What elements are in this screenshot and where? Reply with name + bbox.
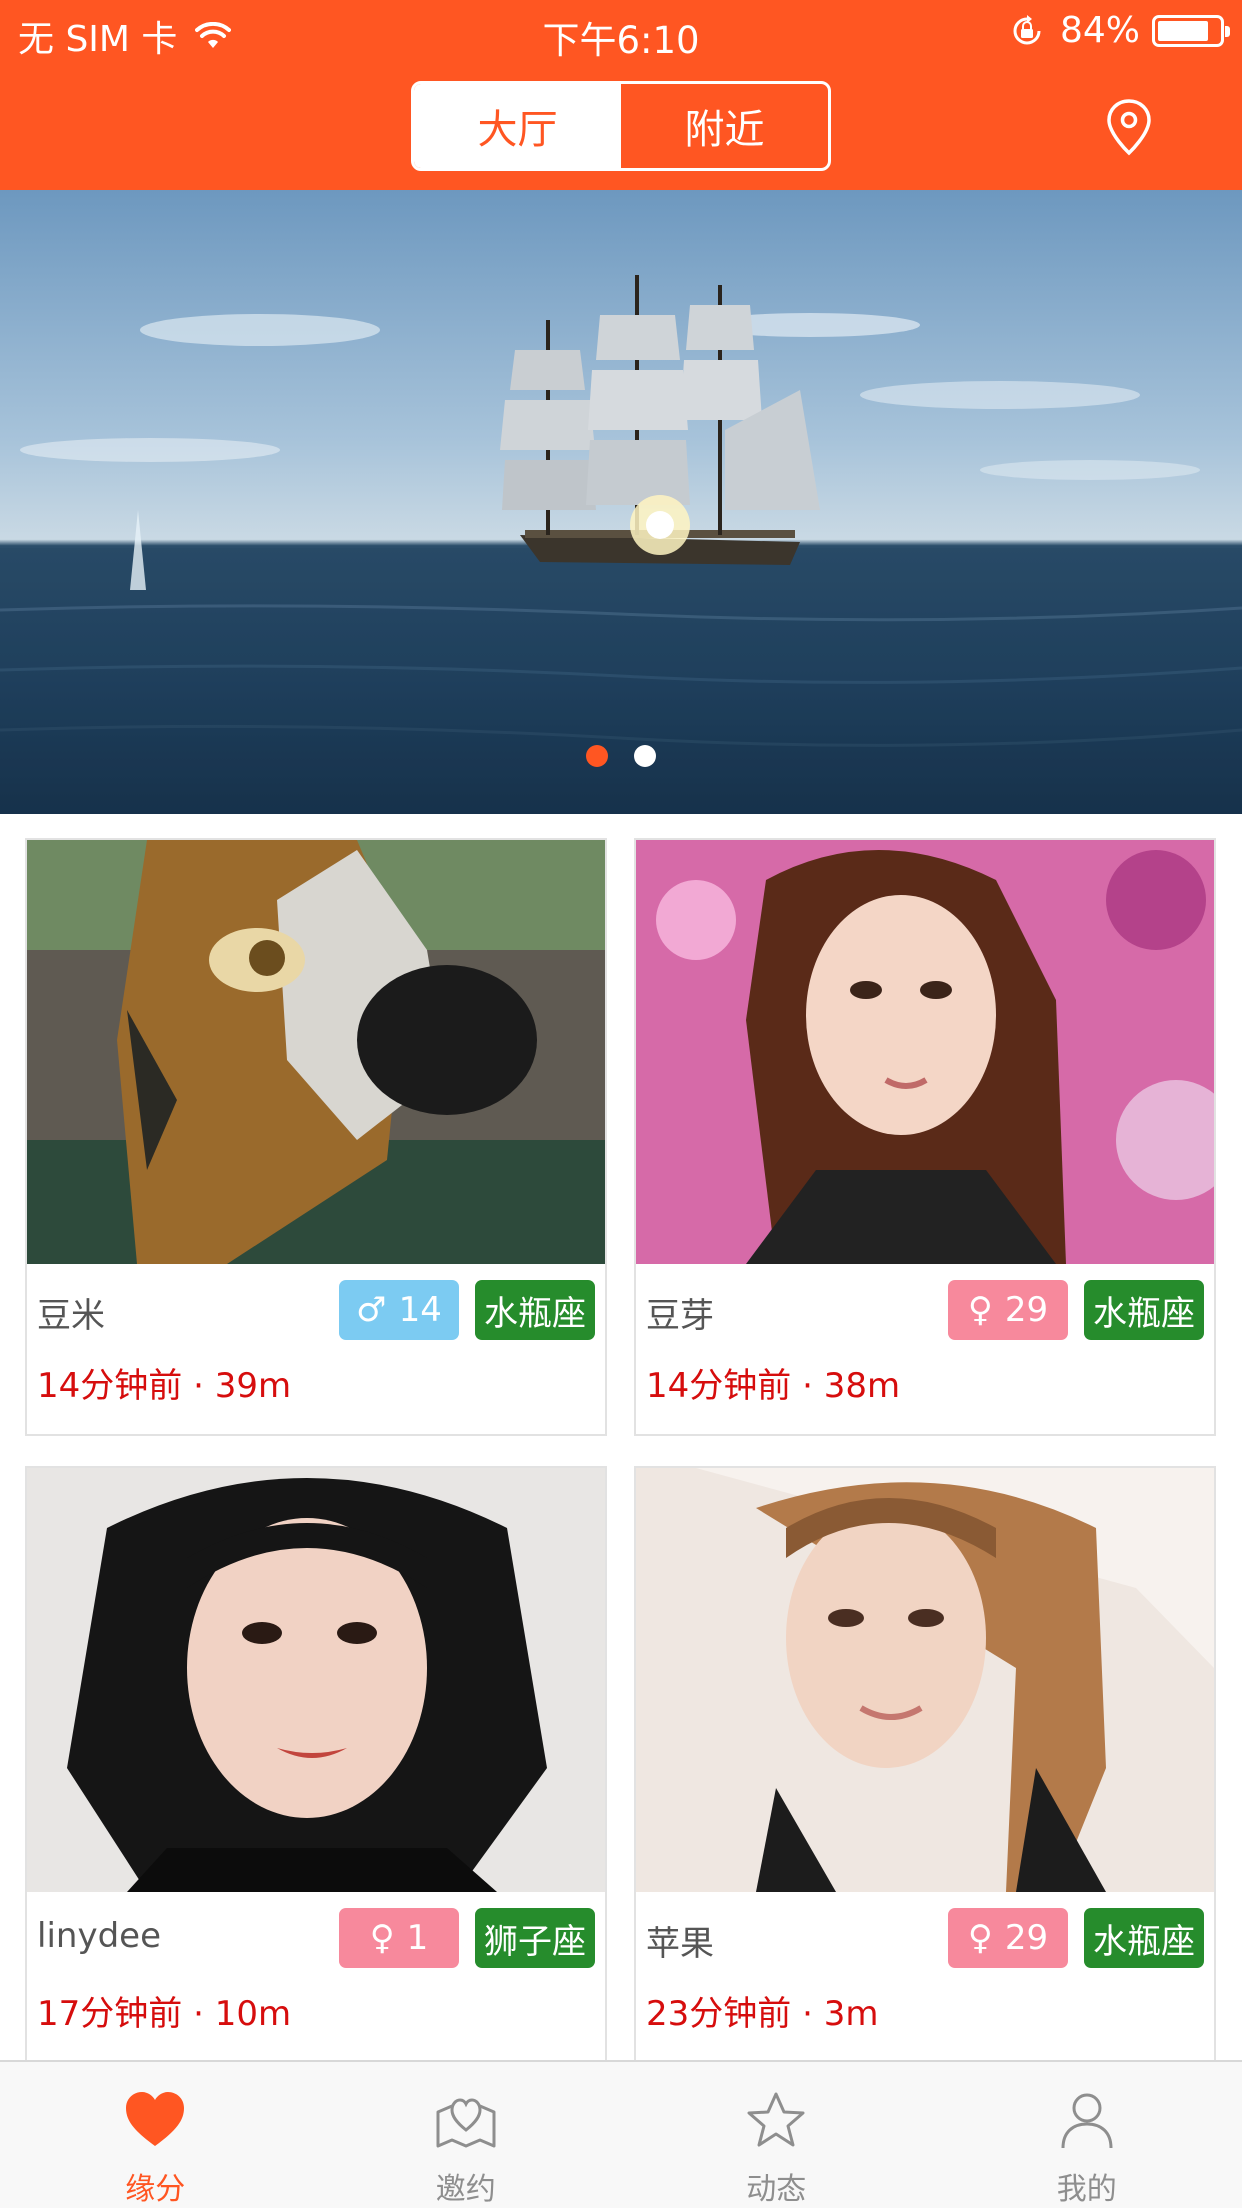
tab-invite[interactable]: 邀约 bbox=[311, 2062, 622, 2208]
meta-separator: · bbox=[193, 1366, 204, 1406]
time-ago: 14分钟前 bbox=[646, 1366, 792, 1406]
distance: 10m bbox=[214, 1994, 292, 2034]
meta-separator: · bbox=[802, 1994, 813, 2034]
age-value: 14 bbox=[398, 1290, 442, 1330]
segment-hall[interactable]: 大厅 bbox=[414, 84, 621, 168]
star-icon bbox=[747, 2092, 805, 2147]
zodiac-badge: 狮子座 bbox=[475, 1908, 595, 1968]
tab-profile[interactable]: 我的 bbox=[932, 2062, 1242, 2208]
status-bar: 无 SIM 卡 下午6:10 84% bbox=[0, 0, 1242, 62]
tab-label: 动态 bbox=[746, 2172, 807, 2207]
gender-age-badge: ♂ 14 bbox=[339, 1280, 459, 1340]
zodiac-badge: 水瓶座 bbox=[475, 1280, 595, 1340]
zodiac-badge: 水瓶座 bbox=[1084, 1908, 1204, 1968]
time-ago: 14分钟前 bbox=[37, 1366, 183, 1406]
battery-percent: 84% bbox=[1059, 10, 1140, 51]
time-distance: 14分钟前 · 39m bbox=[37, 1358, 291, 1407]
user-card[interactable]: 豆米 ♂ 14 水瓶座 14分钟前 · 39m bbox=[25, 838, 607, 1436]
tab-label: 我的 bbox=[1056, 2172, 1117, 2207]
user-name: 豆芽 bbox=[646, 1296, 714, 1336]
tab-label: 缘分 bbox=[125, 2172, 186, 2207]
banner-ship-image bbox=[0, 275, 1242, 814]
map-heart-icon bbox=[436, 2098, 496, 2148]
tab-moments[interactable]: 动态 bbox=[621, 2062, 932, 2208]
age-value: 29 bbox=[1004, 1290, 1049, 1330]
gender-age-badge: ♀ 1 bbox=[339, 1908, 459, 1968]
banner-page-indicator bbox=[0, 745, 1242, 767]
user-name: 苹果 bbox=[646, 1924, 714, 1964]
location-pin-icon[interactable] bbox=[1105, 98, 1153, 156]
time-distance: 17分钟前 · 10m bbox=[37, 1986, 291, 2035]
top-header: 无 SIM 卡 下午6:10 84% 大厅 附近 bbox=[0, 0, 1242, 190]
time-distance: 23分钟前 · 3m bbox=[646, 1986, 878, 2035]
rotation-lock-icon bbox=[1013, 14, 1041, 44]
tab-label: 邀约 bbox=[435, 2172, 496, 2207]
gender-age-badge: ♀ 29 bbox=[948, 1280, 1068, 1340]
status-right: 84% bbox=[1010, 10, 1230, 51]
segment-nearby[interactable]: 附近 bbox=[621, 84, 828, 168]
banner-carousel[interactable] bbox=[0, 190, 1242, 814]
distance: 38m bbox=[823, 1366, 901, 1406]
user-photo bbox=[636, 1468, 1214, 1892]
gender-male-icon: ♂ bbox=[356, 1290, 387, 1330]
distance: 3m bbox=[823, 1994, 879, 2034]
segmented-control: 大厅 附近 bbox=[411, 81, 831, 171]
age-value: 29 bbox=[1004, 1918, 1049, 1958]
page-dot-2[interactable] bbox=[634, 745, 656, 767]
gender-female-icon: ♀ bbox=[369, 1918, 395, 1958]
gender-age-badge: ♀ 29 bbox=[948, 1908, 1068, 1968]
time-distance: 14分钟前 · 38m bbox=[646, 1358, 900, 1407]
battery-icon bbox=[1152, 14, 1230, 47]
gender-female-icon: ♀ bbox=[967, 1918, 993, 1958]
tab-fate[interactable]: 缘分 bbox=[0, 2062, 311, 2208]
bottom-tab-bar: 缘分 邀约 动态 我的 bbox=[0, 2060, 1242, 2208]
user-photo bbox=[27, 840, 605, 1264]
user-name: 豆米 bbox=[37, 1296, 105, 1336]
user-card[interactable]: 苹果 ♀ 29 水瓶座 23分钟前 · 3m bbox=[634, 1466, 1216, 2086]
meta-separator: · bbox=[802, 1366, 813, 1406]
meta-separator: · bbox=[193, 1994, 204, 2034]
gender-female-icon: ♀ bbox=[967, 1290, 993, 1330]
time-ago: 23分钟前 bbox=[646, 1994, 792, 2034]
zodiac-badge: 水瓶座 bbox=[1084, 1280, 1204, 1340]
battery-fill bbox=[1158, 20, 1209, 41]
age-value: 1 bbox=[406, 1918, 429, 1958]
heart-icon bbox=[126, 2092, 185, 2146]
user-name: linydee bbox=[37, 1916, 161, 1956]
user-card[interactable]: linydee ♀ 1 狮子座 17分钟前 · 10m bbox=[25, 1466, 607, 2086]
distance: 39m bbox=[214, 1366, 292, 1406]
user-photo bbox=[636, 840, 1214, 1264]
user-photo bbox=[27, 1468, 605, 1892]
page-dot-1[interactable] bbox=[586, 745, 608, 767]
time-ago: 17分钟前 bbox=[37, 1994, 183, 2034]
user-card[interactable]: 豆芽 ♀ 29 水瓶座 14分钟前 · 38m bbox=[634, 838, 1216, 1436]
person-icon bbox=[1061, 2093, 1113, 2149]
